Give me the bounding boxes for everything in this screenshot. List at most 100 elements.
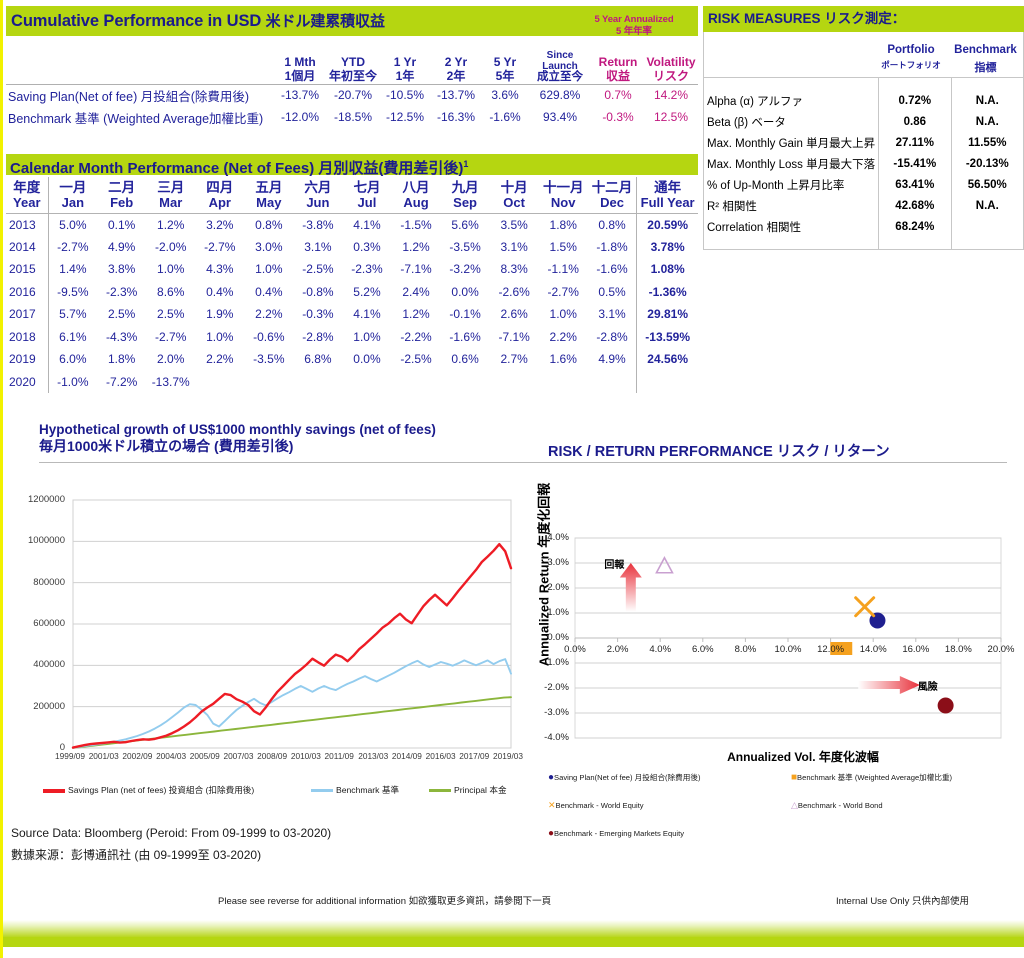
calendar-performance-header: Calendar Month Performance (Net of Fees)… <box>6 154 698 177</box>
cal-cell-month: 0.0% <box>451 284 479 299</box>
cal-cell-month: 8.6% <box>157 284 185 299</box>
cal-cell-month: -2.3% <box>351 262 383 277</box>
table-row: Benchmark 基準 (Weighted Average加權比重) -12.… <box>6 106 698 128</box>
legend-label: Benchmark 基準 (Weighted Average加權比重) <box>797 773 953 782</box>
cell: -12.5% <box>385 110 425 124</box>
cal-month-en: Jan <box>61 194 85 210</box>
risk-return-scatter-chart: Annualized Return 年度化回報 Annualized Vol. … <box>523 470 1024 770</box>
cal-col-year-en: Year <box>13 194 41 210</box>
table-row: Correlation 相関性 68.24% <box>702 216 1024 237</box>
line-chart-title-jp: 毎月1000米ドル積立の場合 (費用差引後) <box>39 438 294 454</box>
benchmark-swatch-icon <box>311 789 333 793</box>
cal-col-oct: 十月 Oct <box>490 177 539 213</box>
line-y-tick-label: 1200000 <box>28 494 65 505</box>
scatter-x-tick-label: 16.0% <box>902 644 930 655</box>
cal-cell-month: -3.2% <box>449 262 481 277</box>
col-volatility: Volatility リスク <box>644 36 698 84</box>
row-label-benchmark: Benchmark 基準 (Weighted Average加權比重) <box>8 111 264 126</box>
line-y-tick-label: 1000000 <box>28 535 65 547</box>
cal-cell-month: 1.0% <box>353 329 381 344</box>
cal-cell-month: 0.4% <box>206 284 234 299</box>
risk-benchmark-value: -20.13% <box>950 153 1024 174</box>
cal-cell-month <box>539 371 588 394</box>
risk-col-portfolio-en: Portfolio <box>887 44 935 56</box>
cal-month-jp: 八月 <box>402 179 430 195</box>
scatter-x-tick-label: 18.0% <box>944 644 972 655</box>
scatter-y-tick-label: -2.0% <box>544 682 569 693</box>
cal-month-jp: 十月 <box>500 179 528 195</box>
col-1mth-en: 1 Mth <box>284 54 316 69</box>
annualized-en: 5 Year Annualized <box>594 14 674 25</box>
table-row: 2014 -2.7% 4.9% -2.0% -2.7% 3.0% 3.1% 0.3% 1.2% -… <box>6 235 698 258</box>
line-x-tick-label: 2008/09 <box>257 751 288 761</box>
cal-month-en: Nov <box>550 194 576 210</box>
cal-month-en: Jul <box>357 194 377 210</box>
cumulative-corner-cell <box>6 36 274 84</box>
scatter-x-tick-label: 12.0% <box>817 644 845 655</box>
cumulative-performance-table: 1 Mth 1個月 YTD 年初至今 1 Yr 1年 2 Yr 2年 5 Yr <box>6 36 698 128</box>
scatter-y-axis-title: Annualized Return 年度化回報 <box>534 475 553 675</box>
cal-cell-month: 4.1% <box>353 217 381 232</box>
cal-cell-month: -2.7% <box>204 239 236 254</box>
cal-cell-month: -2.0% <box>155 239 187 254</box>
cal-cell-month: -3.8% <box>302 217 334 232</box>
cal-cell-month: 1.0% <box>157 262 185 277</box>
cell: -0.3% <box>602 110 634 124</box>
risk-row-label: Alpha (α) アルファ <box>702 90 880 111</box>
cell: -12.0% <box>280 110 320 124</box>
table-row: 2020 -1.0% -7.2% -13.7% <box>6 370 698 394</box>
line-x-tick-label: 2016/03 <box>425 751 456 761</box>
scatter-legend-item-benchmark: ■Benchmark 基準 (Weighted Average加權比重) <box>791 772 952 783</box>
risk-portfolio-value: 27.11% <box>878 132 952 153</box>
bottom-gradient-bar <box>3 920 1024 937</box>
table-row: Max. Monthly Gain 単月最大上昇 27.11% 11.55% <box>702 132 1024 153</box>
legend-label: Benchmark 基準 <box>336 785 400 795</box>
cal-cell-month: -2.7% <box>47 235 98 258</box>
col-1yr-jp: 1年 <box>395 68 415 83</box>
cell: 629.8% <box>539 88 581 103</box>
line-x-tick-label: 2001/03 <box>88 751 119 761</box>
risk-row-label: R² 相関性 <box>702 195 880 216</box>
line-chart-title-en: Hypothetical growth of US$1000 monthly s… <box>39 422 436 437</box>
risk-benchmark-value: N.A. <box>950 195 1024 216</box>
growth-line-chart: 0 200000 400000 600000 800000 1000000 1200000 1… <box>3 470 523 780</box>
scatter-x-tick-label: 2.0% <box>606 644 629 655</box>
cal-cell-month: -2.7% <box>547 284 579 299</box>
cal-month-jp: 六月 <box>304 179 332 195</box>
risk-portfolio-value: -15.41% <box>878 153 952 174</box>
cal-cell-month: -2.2% <box>400 329 432 344</box>
cal-cell-month <box>588 371 637 394</box>
cal-month-en: May <box>256 194 282 210</box>
scatter-x-tick-label: 4.0% <box>649 644 672 655</box>
scatter-y-tick-label: 1.0% <box>547 607 569 618</box>
cal-month-jp: 三月 <box>157 179 185 195</box>
risk-spacer-row <box>702 237 1024 250</box>
cal-cell-month: -2.7% <box>155 329 187 344</box>
cal-month-en: Oct <box>503 194 525 210</box>
cal-cell-month: 5.2% <box>353 284 381 299</box>
scatter-chart-svg <box>574 537 1002 739</box>
footer-internal-use: Internal Use Only 只供內部使用 <box>836 896 970 907</box>
cal-month-en: Sep <box>453 194 477 210</box>
cal-month-jp: 七月 <box>353 179 381 195</box>
cal-cell-month: 3.8% <box>107 262 136 277</box>
cal-cell-month: 3.5% <box>500 217 528 232</box>
col-1mth: 1 Mth 1個月 <box>274 36 326 84</box>
table-row: 2016 -9.5% -2.3% 8.6% 0.4% 0.4% -0.8% 5.2% 2.4% 0… <box>6 280 698 303</box>
cal-col-full-en: Full Year <box>640 194 695 210</box>
cal-cell-month: -2.8% <box>596 329 628 344</box>
table-row: Beta (β) ベータ 0.86 N.A. <box>702 111 1024 132</box>
legend-label: Benchmark - World Bond <box>797 801 883 810</box>
cell: -18.5% <box>333 110 373 124</box>
cal-cell-full-year: 20.59% <box>636 213 698 236</box>
scatter-x-tick-label: 20.0% <box>987 644 1015 655</box>
col-1mth-jp: 1個月 <box>284 68 316 83</box>
cal-cell-month: -2.3% <box>105 284 138 299</box>
scatter-x-axis-label: Annualized Vol. 年度化波幅 <box>727 750 879 764</box>
cal-cell-month: -1.5% <box>400 217 432 232</box>
legend-label: Benchmark - World Equity <box>555 801 644 810</box>
cal-cell-month: -2.6% <box>498 284 530 299</box>
cal-cell-month: 3.1% <box>304 239 332 254</box>
cal-col-sep: 九月 Sep <box>441 177 490 213</box>
cal-cell-month: -1.1% <box>547 262 579 277</box>
